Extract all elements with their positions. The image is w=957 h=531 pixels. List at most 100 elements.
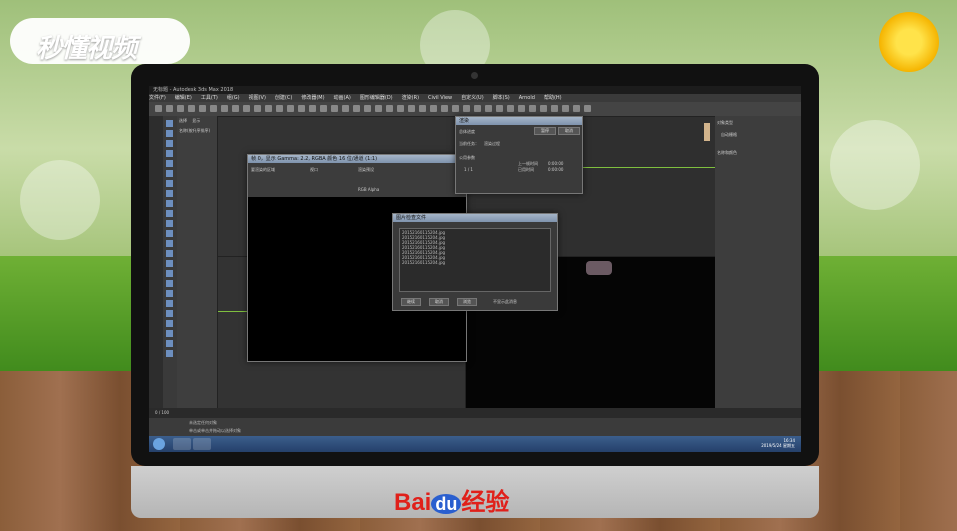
toolbar-button[interactable] (430, 105, 437, 112)
toolbar-button[interactable] (529, 105, 536, 112)
tool-icon[interactable] (166, 300, 173, 307)
menu-item[interactable]: 视图(V) (249, 95, 266, 101)
tool-icon[interactable] (166, 260, 173, 267)
toolbar-button[interactable] (276, 105, 283, 112)
toolbar-button[interactable] (309, 105, 316, 112)
dont-show-checkbox[interactable]: 不显示此消息 (493, 299, 517, 305)
toolbar-button[interactable] (375, 105, 382, 112)
scene-tabs[interactable]: 选择 显示 (177, 116, 217, 126)
toolbar-button[interactable] (463, 105, 470, 112)
tool-icon[interactable] (166, 190, 173, 197)
toolbar-button[interactable] (364, 105, 371, 112)
menu-item[interactable]: Arnold (519, 95, 535, 101)
taskbar-app-3dsmax[interactable] (173, 438, 191, 450)
tool-icon[interactable] (166, 330, 173, 337)
tool-icon[interactable] (166, 200, 173, 207)
tool-icon[interactable] (166, 150, 173, 157)
tool-icon[interactable] (166, 310, 173, 317)
missing-files-list[interactable]: 20152160115204.jpg 20152160115204.jpg 2015… (399, 228, 551, 292)
toolbar-button[interactable] (298, 105, 305, 112)
menu-item[interactable]: 帮助(H) (544, 95, 562, 101)
toolbar-button[interactable] (540, 105, 547, 112)
auto-grid-checkbox[interactable]: 自动栅格 (715, 130, 801, 140)
toolbar-button[interactable] (518, 105, 525, 112)
taskbar-app-explorer[interactable] (193, 438, 211, 450)
toolbar-button[interactable] (397, 105, 404, 112)
tab-display[interactable]: 显示 (192, 118, 200, 123)
toolbar-button[interactable] (474, 105, 481, 112)
tool-icon[interactable] (166, 170, 173, 177)
tool-icon[interactable] (166, 320, 173, 327)
toolbar-button[interactable] (320, 105, 327, 112)
toolbar-button[interactable] (562, 105, 569, 112)
browse-button[interactable]: 浏览 (457, 298, 477, 306)
toolbar-button[interactable] (485, 105, 492, 112)
tool-icon[interactable] (166, 180, 173, 187)
toolbar-button[interactable] (331, 105, 338, 112)
file-entry[interactable]: 20152160115204.jpg (402, 260, 548, 265)
toolbar-button[interactable] (199, 105, 206, 112)
tool-icon[interactable] (166, 130, 173, 137)
toolbar-button[interactable] (353, 105, 360, 112)
timeline[interactable]: 0 / 100 (149, 408, 801, 418)
tool-icon[interactable] (166, 280, 173, 287)
toolbar-button[interactable] (496, 105, 503, 112)
toolbar-button[interactable] (419, 105, 426, 112)
menu-item[interactable]: 动画(A) (334, 95, 351, 101)
tool-icon[interactable] (166, 160, 173, 167)
toolbar-button[interactable] (507, 105, 514, 112)
progress-title[interactable]: 渲染 (456, 117, 582, 125)
menu-item[interactable]: 修改器(M) (301, 95, 324, 101)
miaodong-logo: 秒懂视频 (36, 34, 137, 64)
tool-icon[interactable] (166, 210, 173, 217)
menu-item[interactable]: 自定义(U) (461, 95, 484, 101)
toolbar-button[interactable] (188, 105, 195, 112)
tool-icon[interactable] (166, 140, 173, 147)
toolbar-button[interactable] (254, 105, 261, 112)
toolbar-button[interactable] (551, 105, 558, 112)
menu-item[interactable]: Civil View (428, 95, 452, 101)
toolbar-button[interactable] (342, 105, 349, 112)
tool-icon[interactable] (166, 250, 173, 257)
menu-item[interactable]: 文件(F) (149, 95, 166, 101)
toolbar-button[interactable] (221, 105, 228, 112)
toolbar-button[interactable] (166, 105, 173, 112)
pause-button[interactable]: 暂停 (534, 127, 556, 135)
toolbar-button[interactable] (287, 105, 294, 112)
tool-icon[interactable] (166, 270, 173, 277)
menu-item[interactable]: 组(G) (227, 95, 240, 101)
menu-item[interactable]: 渲染(R) (402, 95, 419, 101)
menu-item[interactable]: 创建(C) (275, 95, 292, 101)
menu-item[interactable]: 图形编辑器(D) (360, 95, 393, 101)
tool-icon[interactable] (166, 290, 173, 297)
toolbar-button[interactable] (584, 105, 591, 112)
tool-icon[interactable] (166, 240, 173, 247)
toolbar-button[interactable] (386, 105, 393, 112)
toolbar-button[interactable] (452, 105, 459, 112)
dialog-title[interactable]: 图片检查文件 (393, 214, 557, 222)
channel-select[interactable]: RGB Alpha (358, 187, 379, 192)
start-button[interactable] (153, 438, 165, 450)
menu-item[interactable]: 编辑(E) (175, 95, 192, 101)
menu-item[interactable]: 工具(T) (201, 95, 218, 101)
toolbar-button[interactable] (210, 105, 217, 112)
render-window-title[interactable]: 帧 0，显示 Gamma: 2.2, RGBA 颜色 16 位/通道 (1:1) (248, 155, 466, 163)
tab-select[interactable]: 选择 (179, 118, 187, 123)
toolbar-button[interactable] (573, 105, 580, 112)
cancel-button[interactable]: 取消 (429, 298, 449, 306)
toolbar-button[interactable] (243, 105, 250, 112)
menu-item[interactable]: 脚本(S) (493, 95, 510, 101)
toolbar-button[interactable] (177, 105, 184, 112)
tool-icon[interactable] (166, 340, 173, 347)
tool-icon[interactable] (166, 230, 173, 237)
toolbar-button[interactable] (155, 105, 162, 112)
cancel-button[interactable]: 取消 (558, 127, 580, 135)
toolbar-button[interactable] (265, 105, 272, 112)
tool-icon[interactable] (166, 120, 173, 127)
tool-icon[interactable] (166, 350, 173, 357)
toolbar-button[interactable] (441, 105, 448, 112)
tool-icon[interactable] (166, 220, 173, 227)
toolbar-button[interactable] (408, 105, 415, 112)
continue-button[interactable]: 继续 (401, 298, 421, 306)
toolbar-button[interactable] (232, 105, 239, 112)
